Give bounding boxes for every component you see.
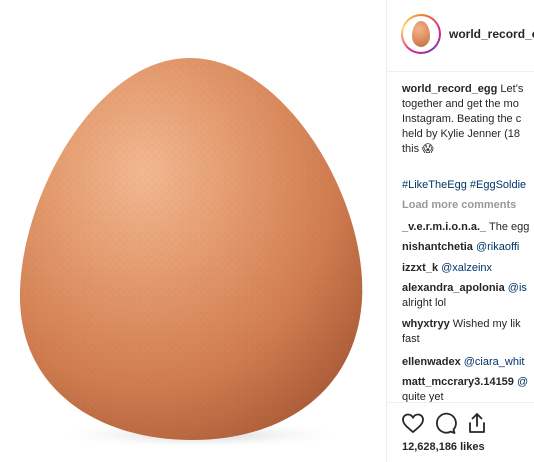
caption-username[interactable]: world_record_egg [402, 83, 497, 95]
comment-mention[interactable]: @rikaoffi [476, 241, 519, 253]
hashtags-link[interactable]: #LikeTheEgg #EggSoldie [402, 178, 526, 193]
comment: _v.e.r.m.i.o.n.a._ The egg [402, 220, 534, 235]
comment-mention[interactable]: @is [508, 282, 527, 294]
heart-icon[interactable] [401, 411, 425, 435]
post-caption: world_record_egg Let's together and get … [402, 82, 534, 157]
likes-count[interactable]: 12,628,186 likes [402, 441, 485, 453]
post-header: world_record_e [387, 0, 534, 72]
share-icon[interactable] [465, 411, 489, 435]
post-actions: 12,628,186 likes [387, 402, 534, 462]
comment: matt_mccrary3.14159 @ quite yet [402, 375, 534, 402]
header-username[interactable]: world_record_e [449, 27, 534, 41]
caption-line: Let's [500, 83, 524, 95]
caption-line: held by Kylie Jenner (18 [402, 128, 521, 140]
comment: ellenwadex @ciara_whit [402, 355, 534, 370]
comment-text: fast [402, 333, 420, 345]
comment-username[interactable]: izzxt_k [402, 262, 438, 274]
comment-text: quite yet [402, 391, 444, 402]
caption-line: this 😱 [402, 143, 434, 155]
comment-text: The egg [489, 221, 530, 233]
comment-mention[interactable]: @ [517, 376, 528, 388]
caption-line: together and get the mo [402, 98, 519, 110]
comment: izzxt_k @xalzeinx [402, 261, 534, 276]
comment-username[interactable]: _v.e.r.m.i.o.n.a._ [402, 221, 486, 233]
comment-username[interactable]: ellenwadex [402, 356, 461, 368]
comment-icon[interactable] [433, 411, 457, 435]
caption-line: Instagram. Beating the c [402, 113, 522, 125]
comment: whyxtryy Wished my lik fast [402, 317, 534, 347]
post-photo[interactable] [0, 0, 386, 462]
comment-username[interactable]: whyxtryy [402, 318, 450, 330]
egg-avatar-icon [412, 21, 430, 47]
comment-username[interactable]: matt_mccrary3.14159 [402, 376, 514, 388]
post-side-panel: world_record_e world_record_egg Let's to… [387, 0, 534, 462]
comment-text: alright lol [402, 297, 447, 309]
egg-image [19, 58, 363, 449]
comment: nishantchetia @rikaoffi [402, 240, 534, 255]
comments-section[interactable]: world_record_egg Let's together and get … [387, 72, 534, 402]
comment-username[interactable]: nishantchetia [402, 241, 473, 253]
comment-username[interactable]: alexandra_apolonia [402, 282, 505, 294]
comment-text: Wished my lik [452, 318, 521, 330]
comment: alexandra_apolonia @is alright lol [402, 281, 534, 311]
comment-mention[interactable]: @xalzeinx [441, 262, 492, 274]
avatar[interactable] [401, 14, 441, 54]
load-more-comments-button[interactable]: Load more comments [402, 198, 516, 213]
comment-mention[interactable]: @ciara_whit [464, 356, 525, 368]
